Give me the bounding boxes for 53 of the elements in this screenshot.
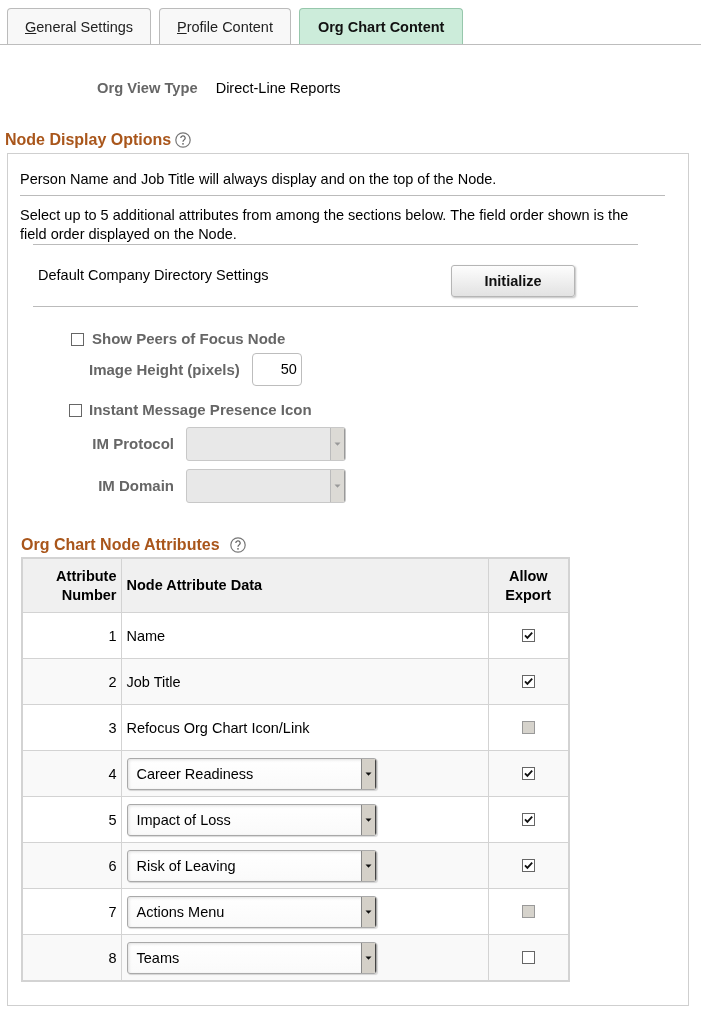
instruction-text: Person Name and Job Title will always display and on the top of the Node. [20,170,498,189]
table-cell: Name [121,612,488,659]
checkbox[interactable] [71,332,84,346]
dropdown[interactable]: Risk of Leaving [126,849,377,882]
column-header: Allow Export [488,558,569,613]
dropdown[interactable]: Career Readiness [126,757,377,790]
tab[interactable]: General Settings [7,8,151,44]
column-header: Attribute Number [22,558,121,613]
table-cell: Refocus Org Chart Icon/Link [121,704,488,751]
caret-icon [360,942,376,973]
table-cell: 8 [22,934,121,981]
table-cell: 7 [22,888,121,935]
field-value: Direct-Line Reports [215,79,341,98]
settings-label: Default Company Directory Settings [38,266,270,285]
caret-icon [330,428,345,460]
checkbox[interactable] [521,675,535,688]
caret-icon [360,896,376,927]
checkbox[interactable] [521,951,535,964]
checkbox-label: Show Peers of Focus Node [92,329,286,349]
checkbox[interactable] [521,629,535,642]
caret-icon [330,470,345,502]
field-label: IM Domain [97,476,174,496]
field-label: IM Protocol [91,434,174,454]
field-label: Image Height (pixels) [89,359,240,380]
dropdown[interactable]: Actions Menu [126,895,377,928]
section-title: Node Display Options [5,130,172,150]
dropdown[interactable]: Impact of Loss [126,803,377,836]
table-cell: 1 [22,612,121,659]
caret-icon [360,850,376,881]
tab[interactable]: Profile Content [159,8,291,44]
section-title: Org Chart Node Attributes [21,535,220,555]
checkbox-label: Instant Message Presence Icon [89,400,312,420]
dropdown[interactable]: Teams [126,941,377,974]
checkbox[interactable] [521,813,535,826]
table-cell: 6 [22,842,121,889]
help-icon[interactable] [229,537,246,553]
column-header: Node Attribute Data [121,558,488,613]
tab[interactable]: Org Chart Content [298,8,464,44]
number-field[interactable]: 50 [251,353,302,386]
field-label: Org View Type [97,79,198,98]
caret-icon [360,804,376,835]
help-icon[interactable] [175,132,192,148]
table-cell: 5 [22,796,121,843]
table-cell: 3 [22,704,121,751]
table-cell: 2 [22,658,121,705]
table-cell: 4 [22,750,121,797]
checkbox[interactable] [521,859,535,872]
instruction-text: Select up to 5 additional attributes from among the sections below. The field order shown is the field order displayed on the Node. [20,206,630,244]
checkbox[interactable] [521,767,535,780]
table-cell: Job Title [121,658,488,705]
checkbox[interactable] [69,403,82,417]
caret-icon [360,758,376,789]
initialize-button[interactable]: Initialize [451,265,575,297]
